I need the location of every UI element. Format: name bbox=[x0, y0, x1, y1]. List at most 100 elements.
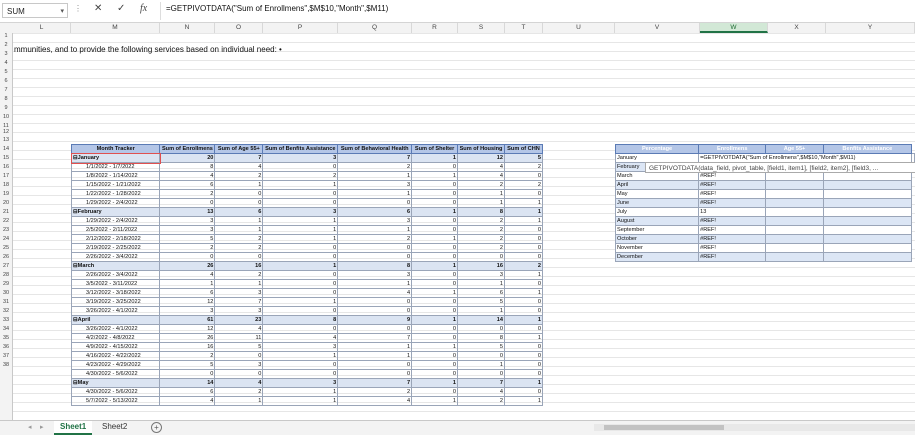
pivot-value-cell[interactable]: 0 bbox=[457, 351, 505, 361]
row-header[interactable]: 27 bbox=[0, 263, 12, 269]
pivot-value-cell[interactable]: 1 bbox=[504, 315, 543, 325]
pivot-value-cell[interactable]: 0 bbox=[159, 369, 216, 379]
row-header[interactable]: 16 bbox=[0, 164, 12, 170]
pivot-value-cell[interactable]: 0 bbox=[214, 189, 264, 199]
pivot-value-cell[interactable]: 0 bbox=[337, 243, 413, 253]
pivot-value-cell[interactable]: 2 bbox=[457, 216, 505, 226]
tab-sheet2[interactable]: Sheet2 bbox=[96, 421, 133, 433]
pivot-value-cell[interactable]: 13 bbox=[159, 207, 216, 217]
pivot-value-cell[interactable]: 1 bbox=[411, 378, 459, 388]
row-header[interactable]: 19 bbox=[0, 191, 12, 197]
pivot-value-cell[interactable]: 11 bbox=[214, 333, 264, 343]
week-label[interactable]: 2/26/2022 - 3/4/2022 bbox=[70, 252, 161, 262]
pivot-value-cell[interactable]: 0 bbox=[411, 387, 459, 397]
week-label[interactable]: 3/5/2022 - 3/11/2022 bbox=[70, 279, 161, 289]
pivot-value-cell[interactable]: 4 bbox=[214, 378, 264, 388]
enrollmens-cell[interactable]: #REF! bbox=[698, 243, 767, 253]
pivot-value-cell[interactable]: 0 bbox=[214, 351, 264, 361]
pivot-value-cell[interactable]: 5 bbox=[504, 153, 543, 163]
column-header-y[interactable]: Y bbox=[826, 23, 915, 33]
pivot-value-cell[interactable]: 4 bbox=[337, 288, 413, 298]
enrollmens-cell[interactable]: #REF! bbox=[698, 216, 767, 226]
pivot-value-cell[interactable]: 3 bbox=[262, 378, 339, 388]
pivot-value-cell[interactable]: 0 bbox=[411, 252, 459, 262]
pivot-value-cell[interactable]: 3 bbox=[214, 360, 264, 370]
row-header[interactable]: 31 bbox=[0, 299, 12, 305]
row-header[interactable]: 35 bbox=[0, 335, 12, 341]
summary-column-header[interactable]: Enrollmens bbox=[698, 144, 767, 154]
column-header-m[interactable]: M bbox=[71, 23, 160, 33]
row-header[interactable]: 8 bbox=[0, 96, 12, 102]
pivot-value-cell[interactable]: 1 bbox=[504, 207, 543, 217]
pivot-value-cell[interactable]: 1 bbox=[337, 225, 413, 235]
enrollmens-cell[interactable]: #REF! bbox=[698, 252, 767, 262]
pivot-value-cell[interactable]: 0 bbox=[214, 198, 264, 208]
week-label[interactable]: 1/1/2022 - 1/7/2022 bbox=[70, 162, 161, 172]
empty-cell[interactable] bbox=[822, 198, 913, 208]
pivot-column-header[interactable]: Sum of Housing bbox=[457, 144, 505, 154]
pivot-value-cell[interactable]: 0 bbox=[504, 243, 543, 253]
pivot-value-cell[interactable]: 2 bbox=[159, 351, 216, 361]
pivot-value-cell[interactable]: 12 bbox=[159, 297, 216, 307]
pivot-value-cell[interactable]: 0 bbox=[457, 369, 505, 379]
pivot-value-cell[interactable]: 0 bbox=[159, 252, 216, 262]
month-label[interactable]: June bbox=[614, 198, 700, 208]
month-label[interactable]: December bbox=[614, 252, 700, 262]
empty-cell[interactable] bbox=[822, 252, 913, 262]
empty-cell[interactable] bbox=[822, 225, 913, 235]
pivot-value-cell[interactable]: 0 bbox=[262, 288, 339, 298]
pivot-value-cell[interactable]: 3 bbox=[159, 225, 216, 235]
week-label[interactable]: 5/7/2022 - 5/13/2022 bbox=[70, 396, 161, 406]
pivot-value-cell[interactable]: 0 bbox=[337, 198, 413, 208]
pivot-value-cell[interactable]: 0 bbox=[504, 252, 543, 262]
pivot-value-cell[interactable]: 0 bbox=[411, 216, 459, 226]
week-label[interactable]: 1/29/2022 - 2/4/2022 bbox=[70, 198, 161, 208]
enrollmens-cell[interactable]: 13 bbox=[698, 207, 767, 217]
pivot-value-cell[interactable]: 5 bbox=[214, 342, 264, 352]
pivot-column-header[interactable]: Sum of Age 55+ bbox=[214, 144, 264, 154]
pivot-value-cell[interactable]: 0 bbox=[214, 369, 264, 379]
empty-cell[interactable] bbox=[765, 225, 824, 235]
pivot-value-cell[interactable]: 1 bbox=[411, 171, 459, 181]
pivot-value-cell[interactable]: 0 bbox=[411, 360, 459, 370]
row-header[interactable]: 38 bbox=[0, 362, 12, 368]
row-header[interactable]: 13 bbox=[0, 137, 12, 143]
pivot-value-cell[interactable]: 0 bbox=[411, 189, 459, 199]
pivot-value-cell[interactable]: 0 bbox=[411, 270, 459, 280]
row-header[interactable]: 33 bbox=[0, 317, 12, 323]
week-label[interactable]: 3/26/2022 - 4/1/2022 bbox=[70, 306, 161, 316]
pivot-value-cell[interactable]: 0 bbox=[504, 369, 543, 379]
pivot-column-header[interactable]: Sum of Enrollmens bbox=[159, 144, 216, 154]
pivot-value-cell[interactable]: 5 bbox=[159, 234, 216, 244]
pivot-value-cell[interactable]: 3 bbox=[337, 180, 413, 190]
pivot-value-cell[interactable]: 0 bbox=[411, 162, 459, 172]
pivot-value-cell[interactable]: 2 bbox=[337, 162, 413, 172]
column-header-o[interactable]: O bbox=[215, 23, 263, 33]
pivot-value-cell[interactable]: 6 bbox=[457, 288, 505, 298]
month-label[interactable]: May bbox=[614, 189, 700, 199]
week-label[interactable]: 1/22/2022 - 1/28/2022 bbox=[70, 189, 161, 199]
enter-icon[interactable]: ✓ bbox=[117, 3, 125, 14]
pivot-value-cell[interactable]: 0 bbox=[262, 324, 339, 334]
row-header[interactable]: 4 bbox=[0, 60, 12, 66]
pivot-value-cell[interactable]: 0 bbox=[504, 225, 543, 235]
row-header[interactable]: 28 bbox=[0, 272, 12, 278]
pivot-value-cell[interactable]: 0 bbox=[337, 324, 413, 334]
row-header[interactable]: 17 bbox=[0, 173, 12, 179]
pivot-value-cell[interactable]: 0 bbox=[337, 306, 413, 316]
pivot-value-cell[interactable]: 7 bbox=[457, 378, 505, 388]
pivot-value-cell[interactable]: 2 bbox=[457, 234, 505, 244]
pivot-value-cell[interactable]: 1 bbox=[262, 297, 339, 307]
pivot-value-cell[interactable]: 0 bbox=[262, 162, 339, 172]
add-sheet-icon[interactable]: + bbox=[151, 422, 162, 433]
pivot-value-cell[interactable]: 0 bbox=[262, 243, 339, 253]
column-header-w[interactable]: W bbox=[700, 23, 768, 33]
pivot-value-cell[interactable]: 0 bbox=[411, 324, 459, 334]
pivot-value-cell[interactable]: 0 bbox=[411, 198, 459, 208]
pivot-value-cell[interactable]: 0 bbox=[457, 252, 505, 262]
pivot-value-cell[interactable]: 1 bbox=[214, 396, 264, 406]
pivot-value-cell[interactable]: 0 bbox=[504, 189, 543, 199]
pivot-value-cell[interactable]: 7 bbox=[337, 333, 413, 343]
empty-cell[interactable] bbox=[765, 189, 824, 199]
month-group-label[interactable]: ⊟March bbox=[70, 261, 161, 271]
